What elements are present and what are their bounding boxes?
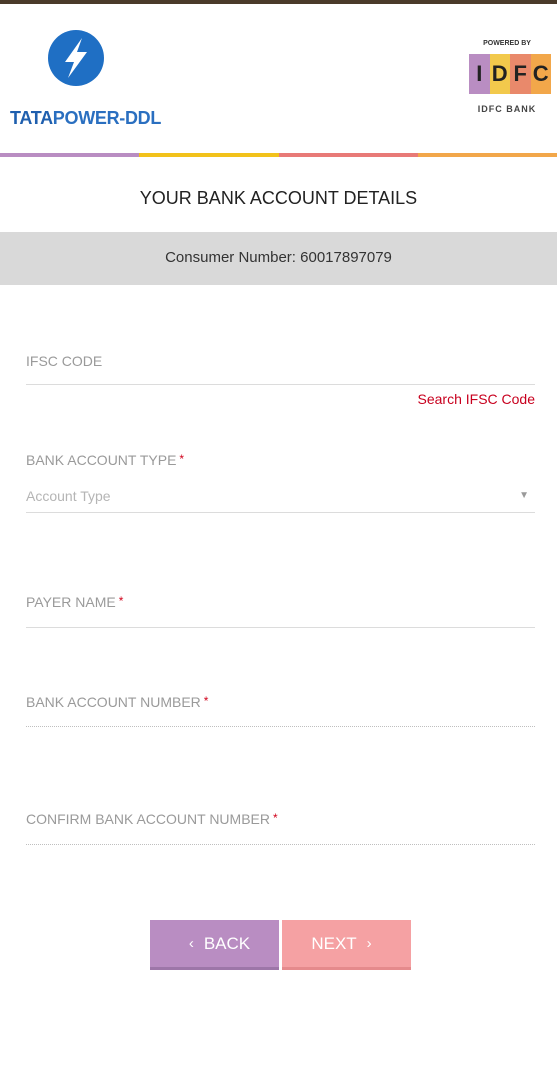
idfc-letters: I D F C — [469, 54, 551, 94]
account-number-underline — [26, 726, 535, 727]
ifsc-input[interactable] — [26, 353, 535, 381]
powered-by-label: POWERED BY — [483, 40, 531, 47]
payer-name-input[interactable] — [26, 594, 535, 622]
chevron-left-icon: ‹ — [188, 935, 194, 952]
next-button[interactable]: NEXT › — [282, 920, 411, 970]
ifsc-underline — [26, 384, 535, 385]
chevron-right-icon: › — [366, 935, 372, 952]
idfc-letter-i: I — [469, 54, 490, 94]
color-bar-segment — [417, 153, 557, 157]
consumer-band: Consumer Number: 60017897079 — [0, 232, 557, 285]
tata-lightning-icon — [48, 30, 104, 86]
brand-name-bold: TATA — [10, 108, 53, 128]
required-mark: * — [179, 452, 185, 466]
account-type-underline — [26, 512, 535, 513]
page-title: YOUR BANK ACCOUNT DETAILS — [139, 188, 418, 208]
brand-name: TATAPOWER-DDL — [10, 108, 161, 129]
account-type-label-text: BANK ACCOUNT TYPE — [26, 452, 177, 468]
header: TATAPOWER-DDL POWERED BY I D F C IDFC BA… — [0, 4, 557, 154]
search-ifsc-link[interactable]: Search IFSC Code — [418, 391, 536, 407]
confirm-account-number-input[interactable] — [26, 811, 535, 839]
idfc-logo: POWERED BY I D F C IDFC BANK — [462, 40, 552, 120]
confirm-account-number-underline — [26, 844, 535, 845]
color-bar — [0, 153, 557, 157]
next-button-label: NEXT — [311, 933, 357, 953]
color-bar-segment — [0, 153, 140, 157]
color-bar-segment — [278, 153, 418, 157]
payer-name-underline — [26, 627, 535, 628]
payer-name-field[interactable]: PAYER NAME * — [26, 594, 535, 628]
idfc-letter-f: F — [510, 54, 531, 94]
partner-name: IDFC BANK — [477, 104, 537, 114]
ifsc-field[interactable]: IFSC CODE — [26, 353, 535, 387]
back-button-label: BACK — [203, 933, 251, 953]
account-type-field[interactable]: BANK ACCOUNT TYPE * Account Type ▼ — [26, 452, 535, 514]
account-number-input[interactable] — [26, 694, 535, 722]
idfc-letter-d: D — [489, 54, 510, 94]
idfc-letter-c: C — [530, 54, 551, 94]
dropdown-arrow-icon[interactable]: ▼ — [519, 490, 529, 501]
back-button[interactable]: ‹ BACK — [150, 920, 279, 970]
account-number-field[interactable]: BANK ACCOUNT NUMBER * — [26, 694, 535, 728]
account-type-label: BANK ACCOUNT TYPE * — [26, 452, 535, 468]
confirm-account-number-field[interactable]: CONFIRM BANK ACCOUNT NUMBER * — [26, 811, 535, 845]
consumer-number: Consumer Number: 60017897079 — [165, 249, 392, 266]
account-type-select[interactable]: Account Type — [26, 488, 111, 504]
color-bar-segment — [139, 153, 279, 157]
tata-power-logo: TATAPOWER-DDL — [10, 28, 161, 138]
brand-name-rest: POWER-DDL — [52, 108, 162, 128]
